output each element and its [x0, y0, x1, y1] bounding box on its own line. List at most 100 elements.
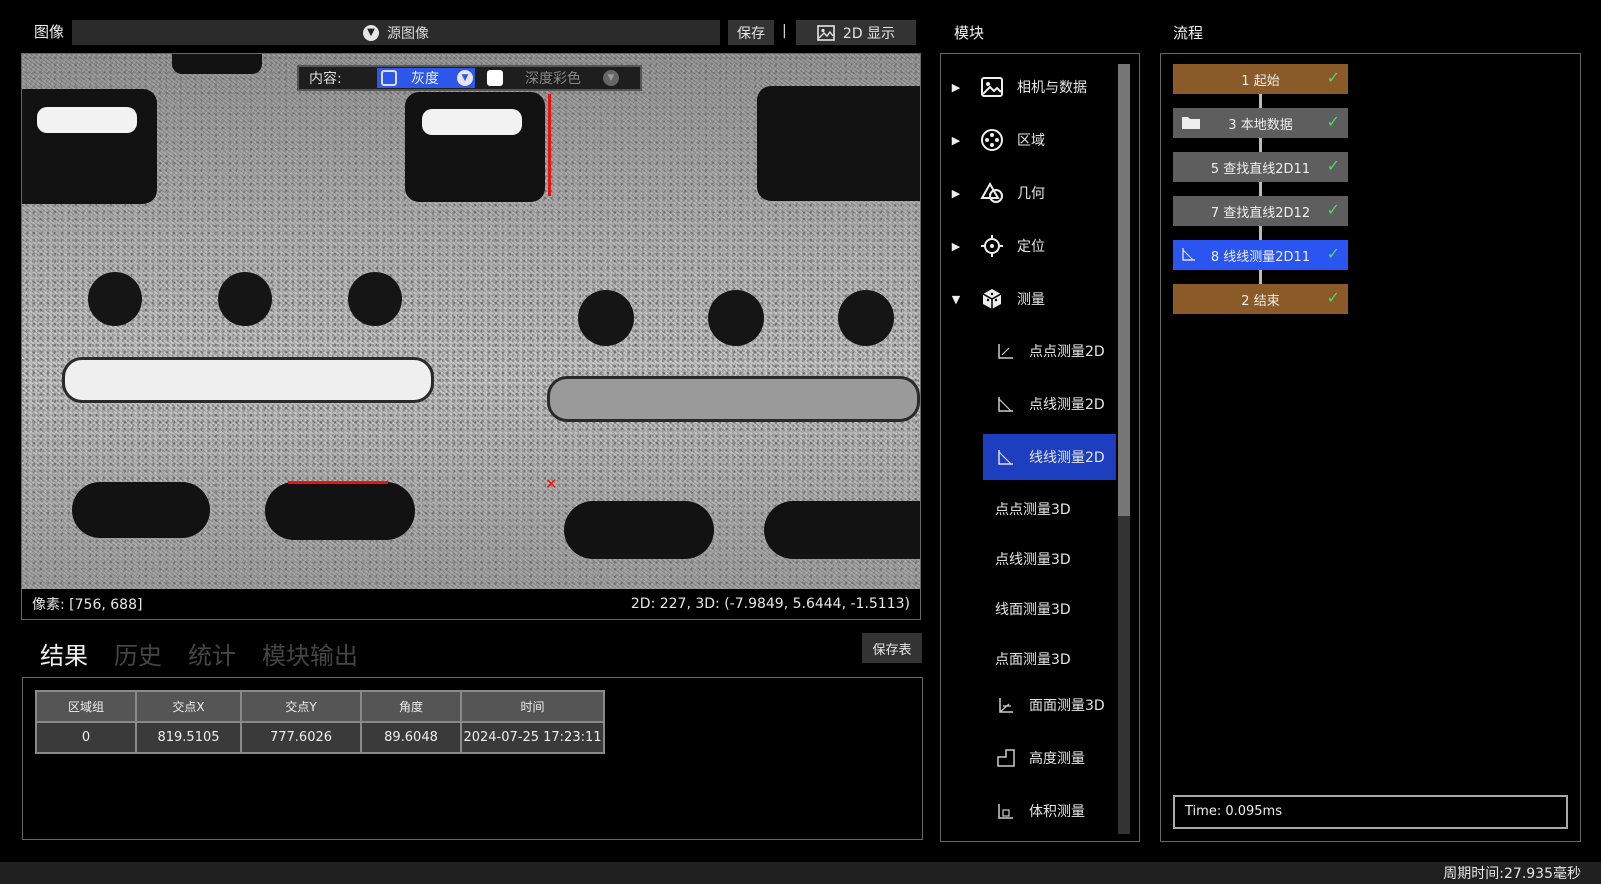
module-item-plane-plane-3d[interactable]: 面面测量3D	[941, 682, 1116, 728]
module-category-locate[interactable]: ▶ 定位	[941, 223, 1116, 269]
tab-module-output[interactable]: 模块输出	[262, 636, 358, 671]
image-source-label: 源图像	[387, 25, 429, 42]
volume-icon	[995, 800, 1017, 822]
module-item-point-point-2d[interactable]: 点点测量2D	[941, 328, 1116, 374]
module-category-region[interactable]: ▶ 区域	[941, 117, 1116, 163]
image-icon	[979, 74, 1005, 100]
module-category-geometry[interactable]: ▶ 几何	[941, 170, 1116, 216]
image-feature	[218, 272, 272, 326]
image-info-bar: 像素: [756, 688] 2D: 227, 3D: (-7.9849, 5.…	[22, 589, 920, 619]
measure-line-horizontal	[288, 481, 388, 484]
check-icon: ✓	[1326, 112, 1340, 131]
image-feature	[764, 501, 920, 559]
module-category-label: 区域	[1017, 133, 1045, 149]
module-item-label: 体积测量	[1029, 804, 1085, 820]
results-table: 区域组 交点X 交点Y 角度 时间 0 819.5105 777.6026 89…	[35, 690, 605, 754]
table-cell: 89.6048	[360, 721, 462, 754]
module-item-line-line-2d[interactable]: 线线测量2D	[983, 434, 1116, 480]
module-item-point-line-3d[interactable]: 点线测量3D	[995, 549, 1071, 569]
chevron-down-icon[interactable]: ▼	[603, 70, 619, 86]
column-header: 角度	[360, 690, 462, 723]
tab-results[interactable]: 结果	[40, 636, 88, 671]
table-cell: 777.6026	[240, 721, 362, 754]
expand-arrow-icon[interactable]: ▶	[941, 134, 971, 147]
modules-scrollbar[interactable]	[1118, 64, 1130, 834]
image-feature	[37, 107, 137, 133]
flow-connector	[1259, 226, 1262, 240]
check-icon: ✓	[1326, 288, 1340, 307]
cycle-time: 周期时间:27.935毫秒	[1443, 866, 1581, 882]
module-item-point-point-3d[interactable]: 点点测量3D	[995, 499, 1071, 519]
module-item-point-line-2d[interactable]: 点线测量2D	[941, 381, 1116, 427]
column-header: 交点Y	[240, 690, 362, 723]
module-item-volume[interactable]: 体积测量	[941, 788, 1116, 834]
flow-node-find-line-2[interactable]: 7 查找直线2D12 ✓	[1173, 196, 1348, 226]
gray-option[interactable]: 灰度 ▼	[377, 68, 475, 88]
flow-node-label: 1 起始	[1241, 73, 1280, 89]
image-feature	[757, 86, 920, 201]
table-row[interactable]: 0 819.5105 777.6026 89.6048 2024-07-25 1…	[35, 721, 605, 754]
display-mode-button[interactable]: 2D 显示	[796, 20, 916, 45]
module-category-label: 几何	[1017, 186, 1045, 202]
module-category-camera-data[interactable]: ▶ 相机与数据	[941, 64, 1116, 110]
module-item-label: 高度测量	[1029, 751, 1085, 767]
check-icon: ✓	[1326, 244, 1340, 263]
image-feature	[72, 482, 210, 538]
picture-icon	[817, 24, 835, 41]
flow-node-label: 8 线线测量2D11	[1210, 249, 1311, 265]
content-label: 内容:	[309, 71, 342, 87]
flow-node-start[interactable]: 1 起始 ✓	[1173, 64, 1348, 94]
image-feature	[422, 109, 522, 135]
intersection-marker-icon: ✕	[545, 475, 558, 493]
depth-checkbox[interactable]	[487, 70, 503, 86]
table-cell: 819.5105	[135, 721, 242, 754]
column-header: 区域组	[35, 690, 137, 723]
angle-icon	[995, 446, 1017, 468]
module-item-label: 点线测量2D	[1029, 397, 1105, 413]
module-item-point-plane-3d[interactable]: 点面测量3D	[995, 649, 1071, 669]
check-icon: ✓	[1326, 200, 1340, 219]
module-item-line-plane-3d[interactable]: 线面测量3D	[995, 599, 1071, 619]
pixel-info: 像素: [756, 688]	[32, 597, 143, 613]
collapse-arrow-icon[interactable]: ▼	[941, 293, 971, 306]
coordinate-info: 2D: 227, 3D: (-7.9849, 5.6444, -1.5113)	[630, 596, 910, 612]
gray-checkbox[interactable]	[381, 70, 397, 86]
expand-arrow-icon[interactable]: ▶	[941, 81, 971, 94]
tab-statistics[interactable]: 统计	[188, 636, 236, 671]
flow-panel: 1 起始 ✓ 3 本地数据 ✓ 5 查找直线2D11 ✓ 7 查找直线2D12 …	[1160, 53, 1581, 842]
geometry-icon	[979, 180, 1005, 206]
module-item-height[interactable]: 高度测量	[941, 735, 1116, 781]
flow-node-label: 5 查找直线2D11	[1210, 161, 1311, 177]
flow-time-display: Time: 0.095ms	[1173, 795, 1568, 829]
flow-panel-title: 流程	[1173, 24, 1204, 42]
image-feature	[708, 290, 764, 346]
module-category-measure[interactable]: ▼ 测量	[941, 276, 1116, 322]
status-bar: 周期时间:27.935毫秒	[0, 862, 1601, 884]
depth-option[interactable]: 深度彩色 ▼	[487, 68, 621, 88]
content-selector: 内容: 灰度 ▼ 深度彩色 ▼	[297, 65, 642, 91]
angle-icon	[1181, 246, 1197, 266]
chevron-down-icon[interactable]: ▼	[457, 70, 473, 86]
results-tabs: 结果 历史 统计 模块输出	[40, 636, 358, 671]
image-feature	[578, 290, 634, 346]
expand-arrow-icon[interactable]: ▶	[941, 240, 971, 253]
module-item-label: 点点测量2D	[1029, 344, 1105, 360]
module-item-label: 面面测量3D	[1029, 698, 1105, 714]
tab-history[interactable]: 历史	[114, 636, 162, 671]
flow-node-find-line-1[interactable]: 5 查找直线2D11 ✓	[1173, 152, 1348, 182]
flow-node-local-data[interactable]: 3 本地数据 ✓	[1173, 108, 1348, 138]
image-source-select[interactable]: ▼ 源图像	[72, 20, 720, 45]
image-feature	[88, 272, 142, 326]
toolbar-separator: |	[782, 23, 787, 39]
save-table-button[interactable]: 保存表	[862, 633, 922, 663]
expand-arrow-icon[interactable]: ▶	[941, 187, 971, 200]
flow-node-end[interactable]: 2 结束 ✓	[1173, 284, 1348, 314]
gray-option-label: 灰度	[411, 71, 439, 87]
flow-node-label: 7 查找直线2D12	[1210, 205, 1311, 221]
table-cell: 2024-07-25 17:23:11	[460, 721, 605, 754]
inspection-image[interactable]: ✕ 内容: 灰度 ▼ 深度彩色 ▼	[22, 54, 920, 589]
save-image-button[interactable]: 保存	[728, 20, 774, 45]
angle-3d-icon	[995, 694, 1017, 716]
flow-node-line-line-measure[interactable]: 8 线线测量2D11 ✓	[1173, 240, 1348, 270]
modules-scrollbar-thumb[interactable]	[1118, 64, 1130, 516]
